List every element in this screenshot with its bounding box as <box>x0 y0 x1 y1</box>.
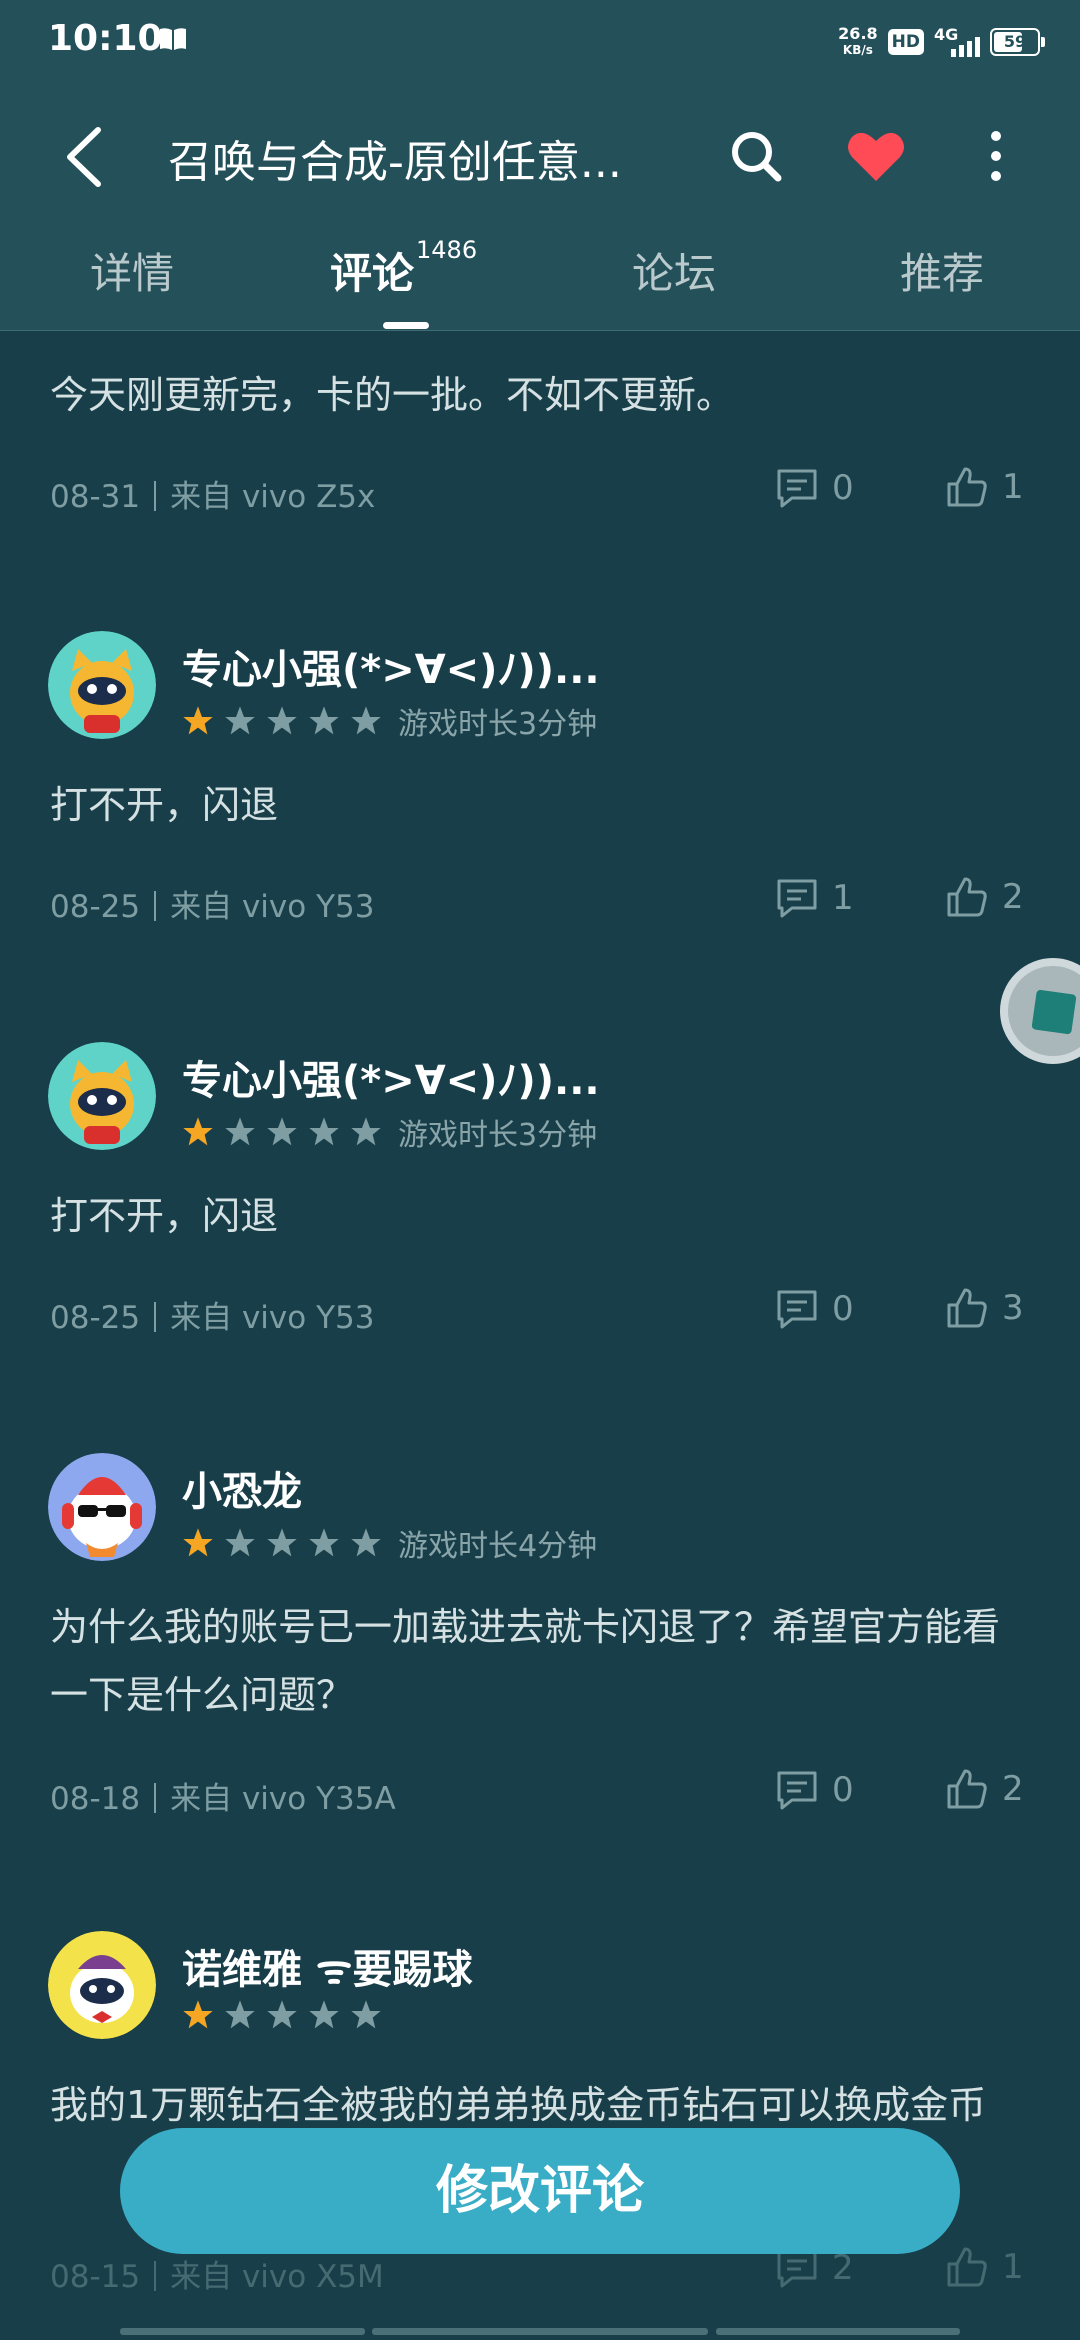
avatar[interactable] <box>48 1453 156 1561</box>
status-time: 10:10 <box>48 18 163 59</box>
thumbs-up-icon <box>947 877 987 917</box>
star-filled-icon <box>183 1528 213 1557</box>
star-empty-icon <box>225 1528 255 1557</box>
navigation-bar <box>0 2328 1080 2336</box>
username[interactable]: 专心小强(*>∀<)ﾉ))... <box>182 637 600 695</box>
star-empty-icon <box>225 706 255 735</box>
review-text: 为什么我的账号已一加载进去就卡闪退了？希望官方能看一下是什么问题？ <box>50 1605 1001 1717</box>
review-meta: 08-25 来自 vivo Y53 <box>50 881 374 926</box>
avatar[interactable] <box>48 1931 156 2039</box>
battery-icon: 59 <box>990 28 1045 56</box>
star-empty-icon <box>267 1117 297 1146</box>
app-header: 召唤与合成-原创任意... 详情 评论1486 论坛 推荐 <box>0 80 1080 331</box>
play-time: 游戏时长3分钟 <box>398 707 598 742</box>
like-button[interactable]: 3 <box>946 1287 1024 1329</box>
review-count: 1486 <box>416 236 478 264</box>
star-empty-icon <box>309 706 339 735</box>
avatar[interactable] <box>48 631 156 739</box>
comment-icon <box>777 469 817 508</box>
review-date: 08-31 <box>50 479 141 515</box>
review-text: 打不开，闪退 <box>50 1194 279 1238</box>
star-empty-icon <box>267 1528 297 1557</box>
star-empty-icon <box>351 1528 381 1557</box>
like-button[interactable]: 2 <box>946 876 1024 918</box>
star-empty-icon <box>225 1117 255 1146</box>
review-date: 08-15 <box>50 2259 141 2295</box>
review-date: 08-25 <box>50 1300 141 1336</box>
tab-bar: 详情 评论1486 论坛 推荐 <box>0 236 1080 330</box>
review-device: 来自 vivo Y53 <box>170 889 375 925</box>
comment-button[interactable]: 0 <box>776 1289 854 1329</box>
comment-icon <box>777 1771 817 1810</box>
review-text: 今天刚更新完，卡的一批。不如不更新。 <box>50 373 735 417</box>
status-bar: 10:10 26.8 KB/s HD 4G 59 <box>0 0 1080 80</box>
star-empty-icon <box>351 2000 381 2029</box>
back-arrow-icon[interactable] <box>58 122 114 192</box>
rating-stars: 游戏时长4分钟 <box>182 1521 597 1565</box>
review-device: 来自 vivo Z5x <box>170 479 376 515</box>
search-icon[interactable] <box>718 118 794 194</box>
review-meta: 08-31 来自 vivo Z5x <box>50 471 375 516</box>
thumbs-up-icon <box>947 467 987 507</box>
comment-icon <box>777 1290 817 1329</box>
like-button[interactable]: 2 <box>946 1768 1024 1810</box>
review-date: 08-18 <box>50 1781 141 1817</box>
comment-icon <box>777 879 817 918</box>
favorite-heart-icon[interactable] <box>838 118 914 194</box>
comment-button[interactable]: 0 <box>776 468 854 508</box>
star-empty-icon <box>309 2000 339 2029</box>
net-speed: 26.8 KB/s <box>838 24 878 58</box>
thumbs-up-icon <box>947 1769 987 1809</box>
like-button[interactable]: 1 <box>946 2246 1024 2288</box>
star-empty-icon <box>267 2000 297 2029</box>
username[interactable]: 诺维雅 ᯤ要踢球 <box>182 1937 472 1995</box>
star-filled-icon <box>183 1117 213 1146</box>
username[interactable]: 小恐龙 <box>182 1459 302 1517</box>
hd-badge: HD <box>887 29 924 55</box>
active-tab-indicator <box>383 322 429 329</box>
review-device: 来自 vivo Y35A <box>170 1781 396 1817</box>
more-options-icon[interactable] <box>958 118 1034 194</box>
like-button[interactable]: 1 <box>946 466 1024 508</box>
edit-review-button[interactable]: 修改评论 <box>120 2128 960 2254</box>
book-icon <box>160 28 186 50</box>
comment-icon <box>777 2249 817 2288</box>
comment-button[interactable]: 1 <box>776 878 854 918</box>
comment-button[interactable]: 2 <box>776 2248 854 2288</box>
review-device: 来自 vivo X5M <box>170 2259 384 2295</box>
tab-forum[interactable]: 论坛 <box>632 240 716 301</box>
tab-details[interactable]: 详情 <box>90 240 174 301</box>
star-empty-icon <box>309 1528 339 1557</box>
tab-reviews[interactable]: 评论1486 <box>330 236 477 301</box>
rating-stars: 游戏时长3分钟 <box>182 699 597 743</box>
rating-stars <box>182 1999 382 2031</box>
review-meta: 08-15 来自 vivo X5M <box>50 2251 384 2296</box>
username[interactable]: 专心小强(*>∀<)ﾉ))... <box>182 1048 600 1106</box>
comment-button[interactable]: 0 <box>776 1770 854 1810</box>
review-list[interactable]: 今天刚更新完，卡的一批。不如不更新。 08-31 来自 vivo Z5x 0 1 … <box>0 331 1080 2340</box>
cube-icon <box>1031 989 1077 1035</box>
page-title: 召唤与合成-原创任意... <box>168 137 622 188</box>
avatar[interactable] <box>48 1042 156 1150</box>
star-filled-icon <box>183 706 213 735</box>
rating-stars: 游戏时长3分钟 <box>182 1110 597 1154</box>
play-time: 游戏时长4分钟 <box>398 1529 598 1564</box>
signal-icon: 4G <box>934 25 980 59</box>
thumbs-up-icon <box>947 1288 987 1328</box>
tab-recommend[interactable]: 推荐 <box>900 240 984 301</box>
review-text: 打不开，闪退 <box>50 783 279 827</box>
star-empty-icon <box>309 1117 339 1146</box>
star-empty-icon <box>225 2000 255 2029</box>
play-time: 游戏时长3分钟 <box>398 1118 598 1153</box>
star-empty-icon <box>351 1117 381 1146</box>
review-meta: 08-18 来自 vivo Y35A <box>50 1773 396 1818</box>
star-filled-icon <box>183 2000 213 2029</box>
thumbs-up-icon <box>947 2247 987 2287</box>
review-date: 08-25 <box>50 889 141 925</box>
star-empty-icon <box>351 706 381 735</box>
review-device: 来自 vivo Y53 <box>170 1300 375 1336</box>
review-meta: 08-25 来自 vivo Y53 <box>50 1292 374 1337</box>
star-empty-icon <box>267 706 297 735</box>
